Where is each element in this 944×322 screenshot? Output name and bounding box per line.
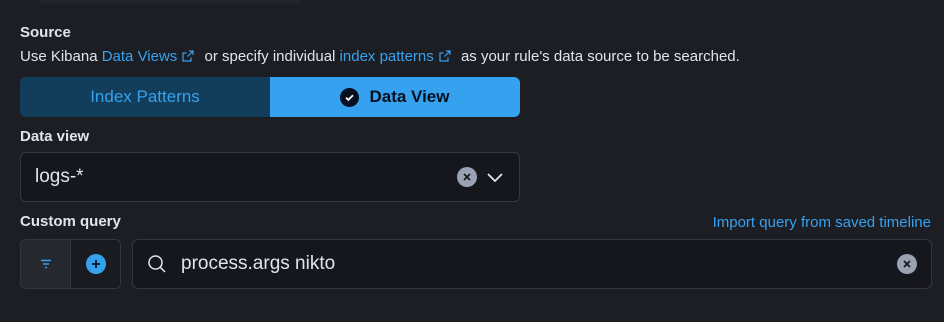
data-view-value: logs-* xyxy=(35,166,84,187)
source-help-text: Use Kibana Data Views or specify individ… xyxy=(20,48,740,65)
clear-icon[interactable] xyxy=(457,167,477,187)
query-actions-group xyxy=(20,239,121,289)
search-icon xyxy=(148,255,166,273)
add-filter-button[interactable] xyxy=(71,240,120,288)
source-type-toggle: Index Patterns Data View xyxy=(20,77,520,117)
custom-query-input[interactable]: process.args nikto xyxy=(132,239,932,289)
index-patterns-toggle-button[interactable]: Index Patterns xyxy=(20,77,270,117)
external-link-icon xyxy=(439,50,451,62)
clear-icon[interactable] xyxy=(897,254,917,274)
source-title: Source xyxy=(20,24,71,41)
import-query-link[interactable]: Import query from saved timeline xyxy=(713,214,931,231)
index-patterns-toggle-label: Index Patterns xyxy=(90,87,200,106)
data-view-toggle-button[interactable]: Data View xyxy=(270,77,520,117)
help-prefix: Use Kibana xyxy=(20,48,102,65)
help-middle: or specify individual xyxy=(200,48,340,65)
data-view-toggle-label: Data View xyxy=(369,87,450,106)
data-view-label: Data view xyxy=(20,128,90,145)
help-suffix: as your rule's data source to be searche… xyxy=(456,48,740,65)
top-edge-shadow xyxy=(40,0,300,6)
external-link-icon xyxy=(182,50,194,62)
data-views-link[interactable]: Data Views xyxy=(102,48,201,65)
index-patterns-link[interactable]: index patterns xyxy=(340,48,457,65)
query-text: process.args nikto xyxy=(181,253,336,274)
plus-circle-icon xyxy=(85,254,106,274)
data-view-combobox[interactable]: logs-* xyxy=(20,152,520,202)
filter-menu-button[interactable] xyxy=(21,240,71,288)
index-patterns-link-label: index patterns xyxy=(339,48,434,65)
chevron-down-icon[interactable] xyxy=(485,167,505,187)
filter-icon xyxy=(40,259,51,269)
custom-query-label: Custom query xyxy=(20,213,121,230)
check-circle-icon xyxy=(340,87,360,107)
data-views-link-label: Data Views xyxy=(101,48,178,65)
